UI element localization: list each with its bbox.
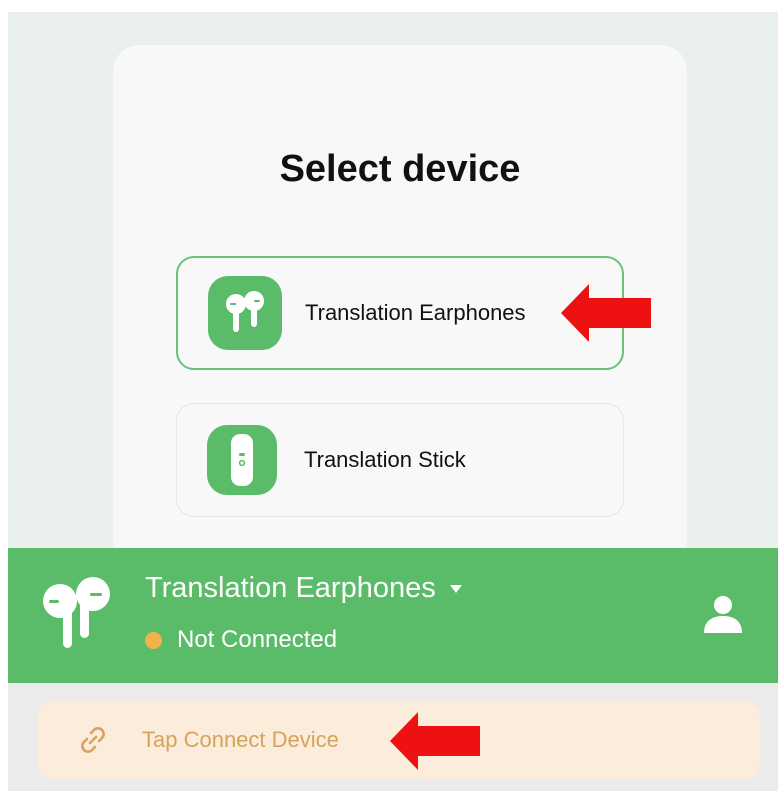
earbuds-icon: [208, 276, 282, 350]
translation-stick-icon: [207, 425, 277, 495]
connection-status: Not Connected: [145, 626, 337, 654]
device-selector-dropdown[interactable]: Translation Earphones: [145, 572, 462, 605]
status-dot-icon: [145, 631, 162, 649]
device-name: Translation Earphones: [145, 572, 436, 604]
red-arrow-annotation: [390, 712, 480, 775]
earbuds-icon: [40, 576, 114, 657]
dialog-title: Select device: [279, 148, 521, 190]
caret-down-icon: [449, 580, 462, 598]
status-text: Not Connected: [177, 626, 338, 653]
red-arrow-annotation: [561, 284, 651, 347]
device-option-label: Translation Earphones: [305, 300, 526, 325]
device-header-bar: Translation Earphones Not Connected: [8, 548, 778, 683]
device-option-label: Translation Stick: [304, 447, 466, 472]
user-profile-icon[interactable]: [703, 594, 743, 639]
device-option-stick[interactable]: Translation Stick: [176, 403, 624, 517]
link-icon: [79, 726, 107, 759]
connect-device-label: Tap Connect Device: [142, 727, 339, 752]
device-option-earphones[interactable]: Translation Earphones: [176, 256, 624, 370]
